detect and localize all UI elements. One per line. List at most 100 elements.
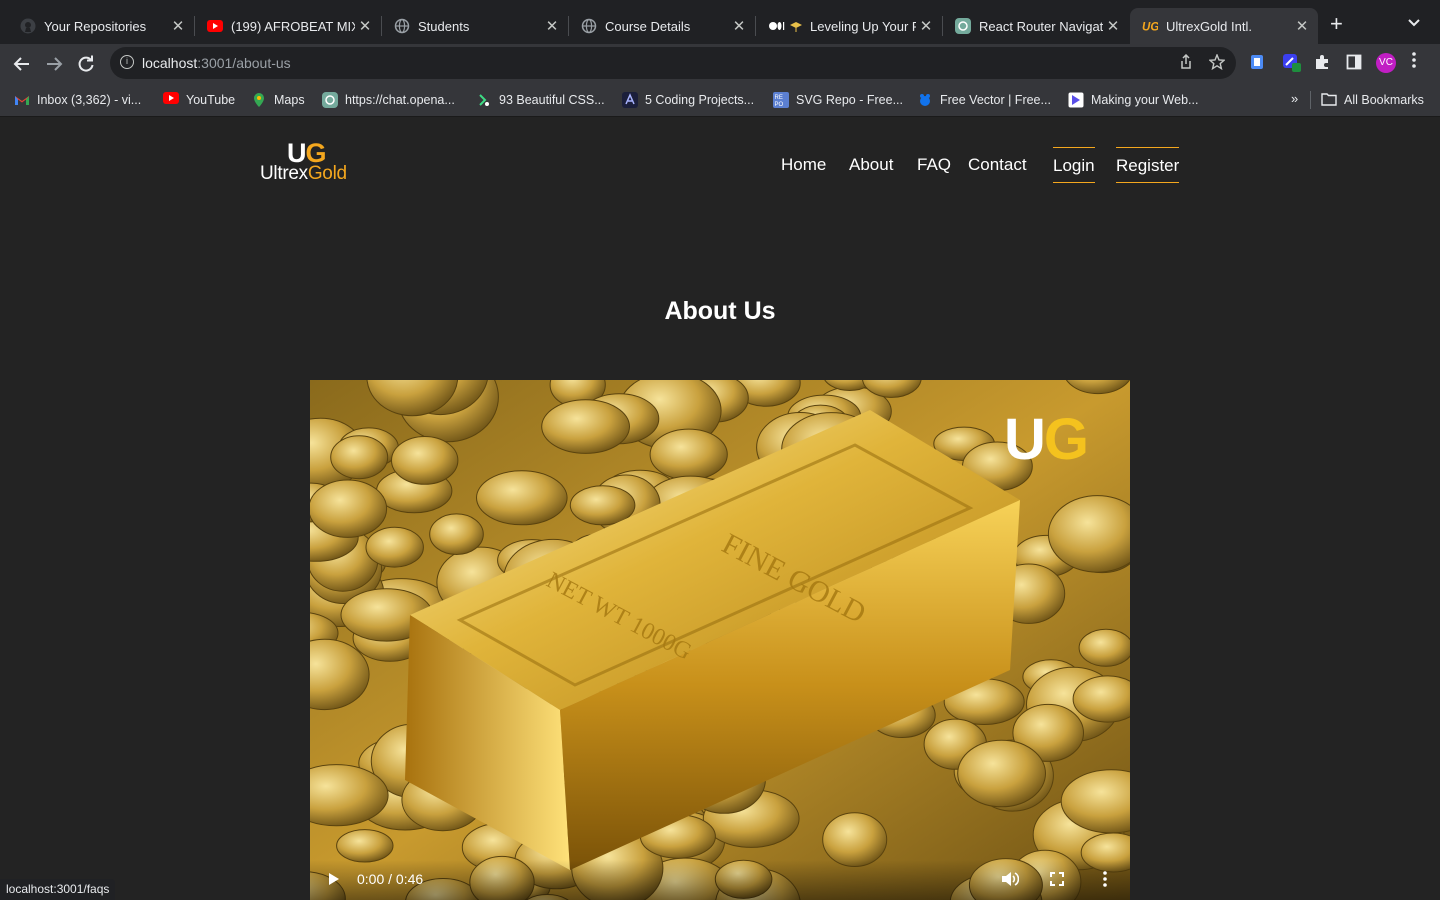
tab-students[interactable]: Students ✕ (382, 8, 569, 44)
coin-shape (310, 479, 388, 538)
bookmark-label: Inbox (3,362) - vi... (37, 93, 142, 107)
side-panel-icon[interactable] (1346, 54, 1362, 74)
extension-docs-icon[interactable] (1250, 54, 1264, 74)
coin-shape (569, 485, 636, 526)
bookmark-freepik[interactable]: Free Vector | Free... (917, 92, 1051, 108)
close-icon[interactable]: ✕ (916, 17, 936, 35)
web-icon (1068, 92, 1084, 108)
all-bookmarks-label: All Bookmarks (1344, 93, 1424, 107)
github-icon (20, 18, 36, 34)
openai-icon (322, 92, 338, 108)
globe-icon (394, 18, 410, 34)
coin-shape (365, 526, 424, 568)
svg-text:PO: PO (775, 102, 784, 108)
tab-your-repositories[interactable]: Your Repositories ✕ (8, 8, 195, 44)
video-controls: 0:00 / 0:46 (310, 860, 1130, 900)
bookmark-youtube[interactable]: YouTube (163, 92, 235, 108)
svgrepo-icon: RE PO (773, 92, 789, 108)
tab-title: UltrexGold Intl. (1166, 18, 1252, 34)
bookmark-label: https://chat.opena... (345, 93, 455, 107)
bookmark-coding-projects[interactable]: 5 Coding Projects... (622, 92, 754, 108)
tab-title: React Router Navigati (979, 18, 1103, 34)
kebab-menu-icon[interactable] (1412, 52, 1416, 73)
maps-icon (251, 92, 267, 108)
close-icon[interactable]: ✕ (1292, 17, 1312, 35)
site-logo[interactable]: UG UltrexGold (260, 139, 360, 185)
tab-leveling-up[interactable]: Leveling Up Your F ✕ (756, 8, 943, 44)
close-icon[interactable]: ✕ (542, 17, 562, 35)
close-icon[interactable]: ✕ (168, 17, 188, 35)
svg-text:UG: UG (1142, 21, 1158, 33)
bookmark-maps[interactable]: Maps (251, 92, 305, 108)
video-watermark-logo: UG (1004, 407, 1089, 472)
bookmark-gmail[interactable]: Inbox (3,362) - vi... (14, 92, 141, 108)
coin-shape (336, 829, 394, 863)
profile-avatar[interactable]: VC (1376, 53, 1396, 73)
tab-search-chevron-icon[interactable] (1408, 14, 1420, 30)
tab-course-details[interactable]: Course Details ✕ (569, 8, 756, 44)
new-tab-button[interactable]: + (1330, 13, 1343, 35)
youtube-icon (207, 18, 223, 34)
page-title: About Us (664, 297, 776, 325)
bookmark-making-web[interactable]: Making your Web... (1068, 92, 1198, 108)
reload-icon[interactable] (74, 52, 98, 76)
ultrexgold-icon: UG (1142, 18, 1158, 34)
video-time: 0:00 / 0:46 (357, 871, 424, 887)
nav-about[interactable]: About (849, 147, 893, 183)
url-text[interactable]: localhost:3001/about-us (142, 55, 291, 71)
nav-faq[interactable]: FAQ (917, 147, 951, 183)
share-icon[interactable] (1178, 53, 1194, 74)
nav-register[interactable]: Register (1116, 147, 1180, 183)
site-info-icon[interactable]: i (120, 55, 134, 69)
bookmarks-overflow-button[interactable]: » (1291, 91, 1298, 106)
coin-shape (541, 399, 631, 454)
extensions-puzzle-icon[interactable] (1314, 54, 1330, 74)
bookmark-label: Making your Web... (1091, 93, 1199, 107)
page-content: UG UltrexGold Home About FAQ Contact Log… (0, 117, 1440, 900)
bookmark-css[interactable]: 93 Beautiful CSS... (476, 92, 605, 108)
folder-icon (1321, 92, 1337, 108)
bookmark-label: Free Vector | Free... (940, 93, 1051, 107)
forward-arrow-icon[interactable] (42, 52, 66, 76)
tab-afrobeat-mix[interactable]: (199) AFROBEAT MIX ✕ (195, 8, 382, 44)
code-icon (622, 92, 638, 108)
bookmarks-divider (1310, 91, 1311, 109)
nav-home[interactable]: Home (781, 147, 826, 183)
bookmarks-bar: Inbox (3,362) - vi... YouTube Maps https… (0, 82, 1440, 117)
youtube-icon (163, 92, 179, 108)
globe-icon (581, 18, 597, 34)
bookmark-svg-repo[interactable]: RE PO SVG Repo - Free... (773, 92, 903, 108)
freepik-icon (917, 92, 933, 108)
bookmark-star-icon[interactable] (1208, 53, 1226, 74)
browser-tab-bar: Your Repositories ✕ (199) AFROBEAT MIX ✕… (0, 0, 1440, 44)
coin-shape (649, 428, 728, 481)
logo-wordmark: UltrexGold (260, 163, 347, 184)
coin-shape (429, 513, 484, 555)
tab-title: Leveling Up Your F (810, 18, 916, 34)
extension-pen-icon[interactable] (1283, 54, 1301, 76)
bookmark-label: SVG Repo - Free... (796, 93, 903, 107)
bookmark-label: Maps (274, 93, 305, 107)
bookmark-label: 93 Beautiful CSS... (499, 93, 605, 107)
medium-icon (768, 18, 802, 34)
gmail-icon (14, 92, 30, 108)
tab-react-router[interactable]: React Router Navigati ✕ (943, 8, 1129, 44)
coin-shape (957, 739, 1046, 808)
close-icon[interactable]: ✕ (1103, 17, 1123, 35)
nav-contact[interactable]: Contact (968, 147, 1027, 183)
bookmark-chat-openai[interactable]: https://chat.opena... (322, 92, 455, 108)
tab-ultrexgold[interactable]: UG UltrexGold Intl. ✕ (1130, 8, 1318, 44)
nav-login[interactable]: Login (1053, 147, 1095, 183)
tab-title: (199) AFROBEAT MIX (231, 18, 355, 34)
browser-toolbar: i localhost:3001/about-us VC (0, 44, 1440, 82)
back-arrow-icon[interactable] (10, 52, 34, 76)
address-bar[interactable]: i localhost:3001/about-us (110, 47, 1236, 79)
openai-icon (955, 18, 971, 34)
coin-shape (330, 435, 389, 480)
all-bookmarks-button[interactable]: All Bookmarks (1321, 92, 1424, 108)
close-icon[interactable]: ✕ (729, 17, 749, 35)
about-video-player[interactable]: FINE GOLD NET WT 1000G UG 0:00 / 0:46 (310, 380, 1130, 900)
tab-title: Course Details (605, 18, 691, 34)
close-icon[interactable]: ✕ (355, 17, 375, 35)
bookmark-label: YouTube (186, 93, 236, 107)
